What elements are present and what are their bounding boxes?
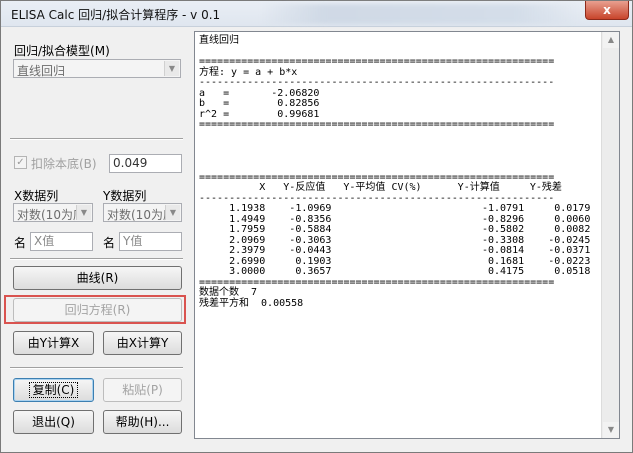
output-line: ========================================…: [199, 119, 555, 130]
x-name-label: 名: [14, 236, 27, 250]
window-title: ELISA Calc 回归/拟合计算程序 - v 0.1: [11, 8, 221, 22]
background-value-input[interactable]: 0.049: [109, 154, 182, 173]
y-transform-value: 对数(10为底: [107, 208, 167, 222]
x-transform-value: 对数(10为底: [17, 208, 77, 222]
close-button[interactable]: x: [585, 1, 629, 20]
results-text: 直线回归 ===================================…: [199, 35, 591, 309]
subtract-background-label: 扣除本底(B): [31, 157, 97, 171]
divider: [10, 138, 183, 140]
app-window: ELISA Calc 回归/拟合计算程序 - v 0.1 x 回归/拟合模型(M…: [0, 0, 633, 453]
title-bar[interactable]: ELISA Calc 回归/拟合计算程序 - v 0.1 x: [1, 1, 632, 27]
chevron-down-icon[interactable]: ▼: [76, 205, 91, 220]
calc-x-from-y-button[interactable]: 由Y计算X: [13, 331, 94, 355]
exit-button[interactable]: 退出(Q): [13, 410, 94, 434]
highlight-box: [4, 295, 186, 324]
output-line: ----------------------------------------…: [199, 77, 555, 88]
y-transform-select[interactable]: 对数(10为底 ▼: [103, 203, 182, 222]
divider: [10, 258, 183, 260]
output-line: 数据个数 7: [199, 287, 258, 298]
scroll-up-icon[interactable]: ▲: [603, 32, 619, 48]
model-select-value: 直线回归: [17, 64, 66, 78]
output-line: 2.3979 -0.0443 -0.0814 -0.0371: [199, 245, 591, 256]
x-name-input[interactable]: X值: [30, 232, 93, 251]
output-line: ========================================…: [199, 56, 555, 67]
subtract-background-checkbox[interactable]: ✓: [14, 156, 27, 169]
output-line: 1.1938 -1.0969 -1.0791 0.0179: [199, 203, 591, 214]
output-line: X Y-反应值 Y-平均值 CV(%) Y-计算值 Y-残差: [199, 182, 562, 193]
model-select[interactable]: 直线回归 ▼: [13, 59, 181, 78]
model-label: 回归/拟合模型(M): [14, 44, 110, 58]
y-name-label: 名: [103, 236, 116, 250]
results-output[interactable]: 直线回归 ===================================…: [194, 31, 620, 439]
output-line: 3.0000 0.3657 0.4175 0.0518: [199, 266, 591, 277]
output-line: 1.7959 -0.5884 -0.5802 0.0082: [199, 224, 591, 235]
output-line: b = 0.82856: [199, 98, 320, 109]
chevron-down-icon[interactable]: ▼: [165, 205, 180, 220]
y-name-input[interactable]: Y值: [119, 232, 182, 251]
x-transform-select[interactable]: 对数(10为底 ▼: [13, 203, 93, 222]
copy-button-label: 复制(C): [28, 382, 79, 398]
output-line: 残差平方和 0.00558: [199, 297, 304, 309]
curve-button[interactable]: 曲线(R): [13, 266, 182, 290]
scroll-down-icon[interactable]: ▼: [603, 422, 619, 438]
vertical-scrollbar[interactable]: ▲ ▼: [601, 32, 619, 438]
y-column-label: Y数据列: [103, 189, 147, 203]
calc-y-from-x-button[interactable]: 由X计算Y: [103, 331, 182, 355]
paste-button[interactable]: 粘贴(P): [103, 378, 182, 402]
output-line: 直线回归: [199, 35, 239, 46]
chevron-down-icon[interactable]: ▼: [164, 61, 179, 76]
help-button[interactable]: 帮助(H)...: [103, 410, 182, 434]
copy-button[interactable]: 复制(C): [13, 378, 94, 402]
divider: [10, 367, 183, 369]
output-line: ========================================…: [199, 276, 555, 288]
x-column-label: X数据列: [14, 189, 59, 203]
title-bar-blur: [261, 4, 581, 24]
